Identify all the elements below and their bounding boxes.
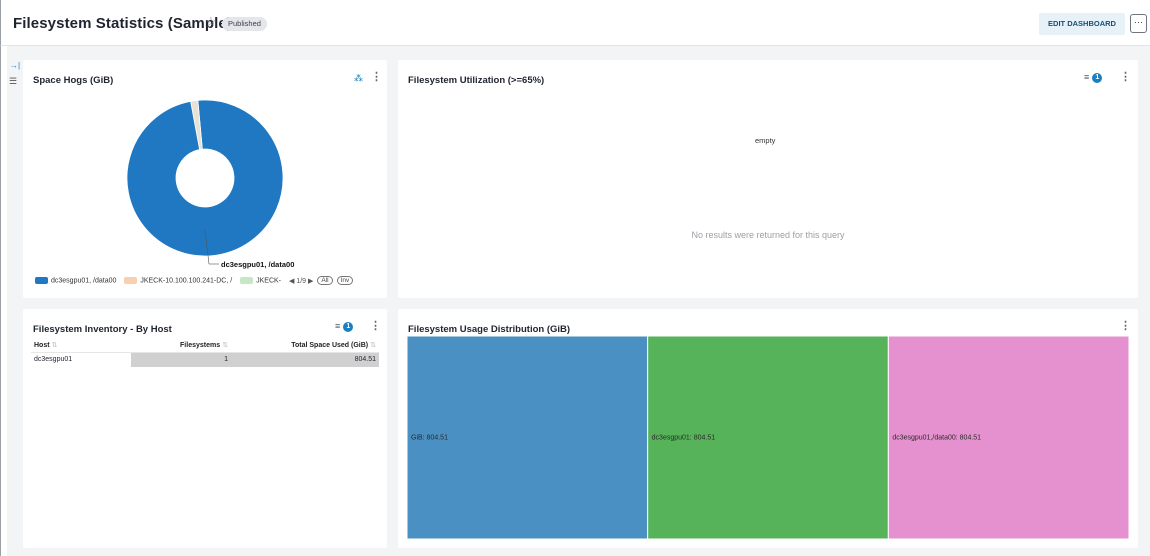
filter-indicator[interactable]: ≡ 1 — [335, 321, 354, 332]
empty-label: empty — [755, 136, 776, 145]
filter-count-badge: 1 — [1092, 73, 1103, 83]
filter-icon[interactable]: ☰ — [9, 76, 17, 87]
table-row[interactable]: dc3esgpu01 1 804.51 — [31, 351, 379, 367]
legend-label: JKECK-10.100.100.241-DC, / — [140, 277, 233, 285]
dashboard-title: Filesystem Statistics (Sample) — [13, 15, 232, 32]
sort-icon: ⇅ — [370, 342, 376, 350]
edit-dashboard-button[interactable]: EDIT DASHBOARD — [1039, 13, 1125, 35]
column-header-total-space[interactable]: Total Space Used (GiB) ⇅ — [231, 339, 379, 352]
filter-icon: ≡ — [335, 321, 341, 331]
no-results-message: No results were returned for this query — [691, 230, 845, 240]
filter-indicator[interactable]: ≡ 1 — [1084, 72, 1103, 83]
donut-slice-0[interactable] — [126, 99, 284, 257]
donut-callout-label: dc3esgpu01, /data00 — [221, 260, 294, 269]
status-badge: Published — [222, 17, 267, 31]
filter-icon: ≡ — [1084, 72, 1090, 82]
cell-filesystems: 1 — [131, 351, 231, 367]
sort-icon: ⇅ — [222, 342, 228, 350]
legend-swatch — [35, 276, 48, 284]
next-page-icon[interactable]: ▶ — [308, 278, 313, 285]
donut-chart: dc3esgpu01, /data00 — [126, 99, 294, 269]
legend-item[interactable]: dc3esgpu01, /data00 — [35, 276, 117, 285]
legend-swatch — [240, 276, 254, 284]
left-rail — [0, 46, 7, 556]
cell-host: dc3esgpu01 — [31, 351, 131, 367]
legend-label: dc3esgpu01, /data00 — [51, 277, 117, 285]
treemap-tile-label: dc3esgpu01,/data00: 804.51 — [892, 435, 981, 442]
usage-distribution-panel: Filesystem Usage Distribution (GiB) ⋮ Gi… — [398, 309, 1138, 548]
treemap-tile-label: GiB: 804.51 — [411, 435, 448, 442]
legend-invert-button[interactable]: Inv — [336, 276, 354, 285]
space-hogs-panel: Space Hogs (GiB) ⁂ ⋮ dc3esgpu01, /data00… — [23, 60, 387, 298]
sort-icon: ⇅ — [51, 342, 58, 350]
treemap-chart: GiB: 804.51 dc3esgpu01: 804.51 dc3esgpu01,… — [407, 336, 1129, 539]
panel-menu-icon[interactable]: ⋮ — [1120, 70, 1131, 83]
legend-item[interactable]: JKECK-10.100.100.241-DC, / — [124, 276, 233, 285]
panel-title: Filesystem Usage Distribution (GiB) — [408, 324, 571, 335]
legend-label: JKECK- — [256, 277, 282, 285]
panel-title: Filesystem Utilization (>=65%) — [408, 75, 545, 86]
more-options-button[interactable]: ··· — [1130, 14, 1147, 33]
inventory-table: Host ⇅ Filesystems ⇅ Total Space Used (GiB… — [31, 339, 379, 367]
column-header-host[interactable]: Host ⇅ — [31, 339, 131, 352]
panel-menu-icon[interactable]: ⋮ — [370, 319, 381, 332]
dashboard-header: Filesystem Statistics (Sample) ☆ Publish… — [0, 0, 1150, 46]
legend-swatch — [124, 276, 138, 284]
cell-total-space: 804.51 — [231, 351, 379, 367]
column-header-filesystems[interactable]: Filesystems ⇅ — [131, 339, 231, 352]
filesystem-utilization-panel: Filesystem Utilization (>=65%) ≡ 1 ⋮ empt… — [398, 60, 1138, 298]
filter-count-badge: 1 — [343, 322, 354, 332]
panel-menu-icon[interactable]: ⋮ — [1120, 319, 1131, 332]
donut-legend: dc3esgpu01, /data00 JKECK-10.100.100.241… — [35, 276, 354, 285]
prev-page-icon[interactable]: ◀ — [289, 278, 294, 285]
panel-title: Filesystem Inventory - By Host — [33, 324, 172, 335]
legend-pager: ◀ 1/9 ▶ — [289, 277, 313, 285]
filesystem-inventory-panel: Filesystem Inventory - By Host ≡ 1 ⋮ Host… — [23, 309, 387, 548]
expand-sidebar-icon[interactable]: →| — [10, 61, 20, 70]
legend-item[interactable]: JKECK- — [240, 276, 282, 285]
favorite-star-icon[interactable]: ☆ — [205, 14, 217, 30]
legend-all-button[interactable]: All — [317, 276, 333, 285]
treemap-tile-label: dc3esgpu01: 804.51 — [652, 435, 716, 442]
legend-page-number: 1/9 — [296, 277, 307, 285]
